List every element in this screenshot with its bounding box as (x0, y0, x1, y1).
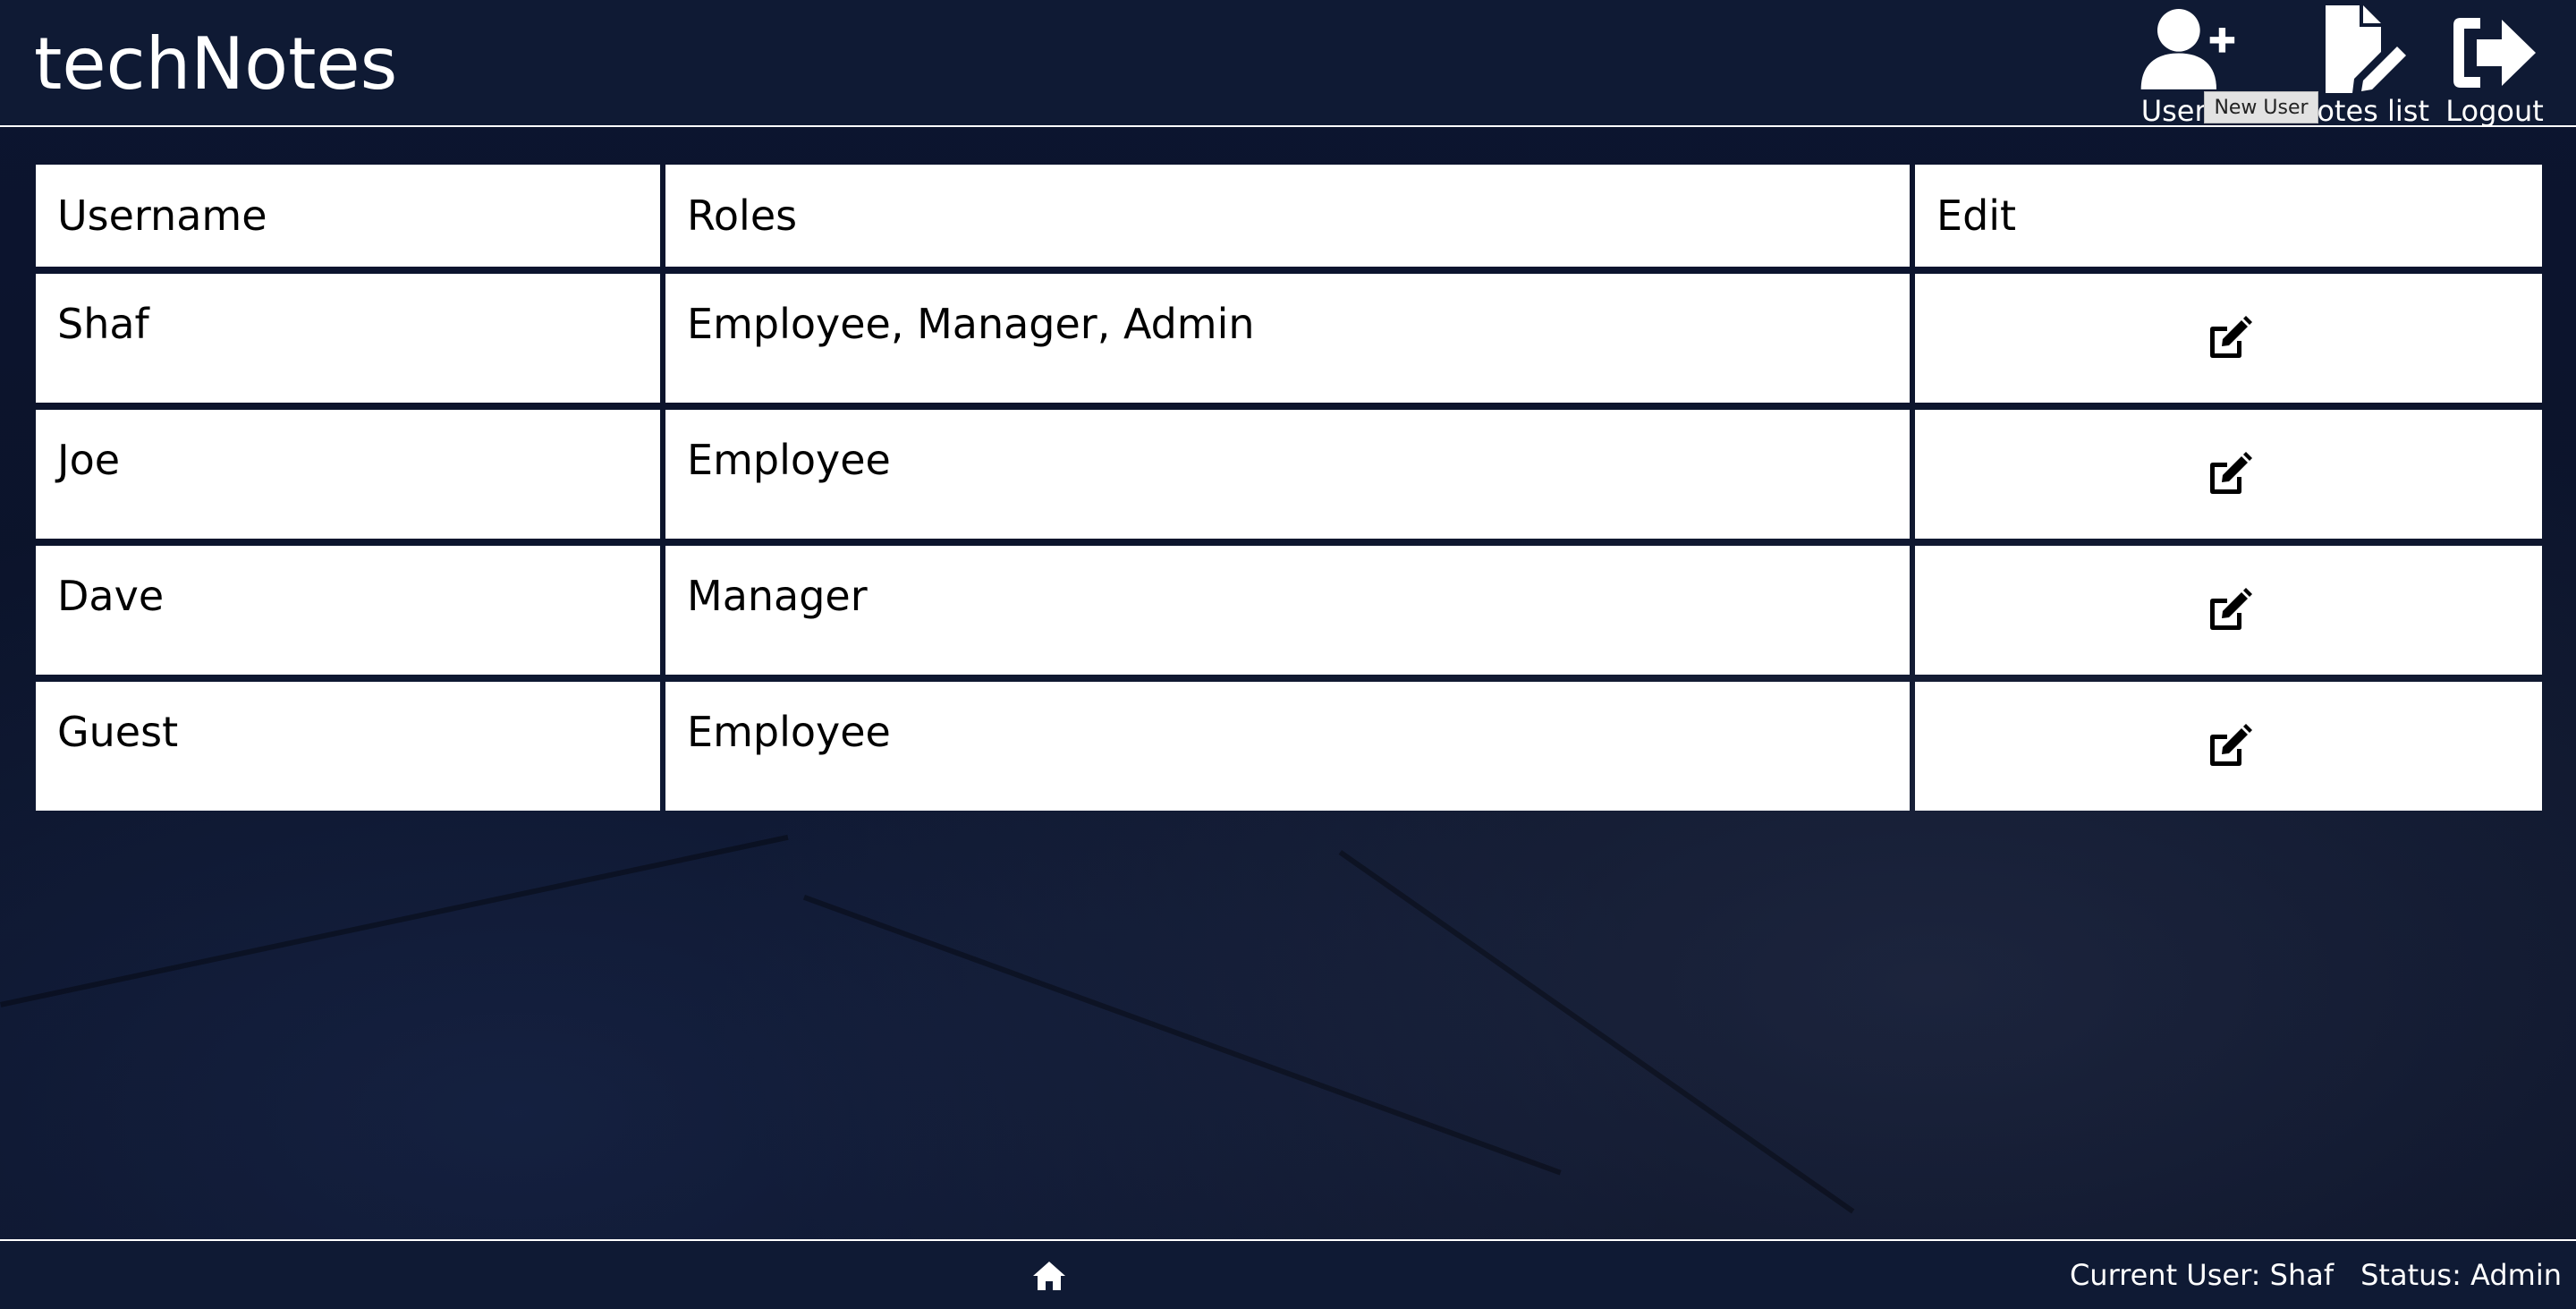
file-pen-icon (2313, 0, 2411, 93)
status-text: Status: Admin (2360, 1258, 2562, 1292)
edit-user-button[interactable] (2202, 447, 2256, 501)
header-nav: User S Notes list Logout (2138, 0, 2544, 129)
header-username: Username (36, 165, 660, 267)
current-user-text: Current User: Shaf (2069, 1258, 2334, 1292)
username-cell: Shaf (36, 274, 660, 403)
brand-title[interactable]: techNotes (34, 20, 397, 109)
header-edit: Edit (1915, 165, 2542, 267)
roles-cell: Employee (665, 410, 1910, 539)
logout-label: Logout (2445, 94, 2544, 128)
username-cell: Dave (36, 546, 660, 675)
logout-button[interactable]: Logout (2445, 0, 2544, 129)
home-icon (1033, 1262, 1065, 1290)
edit-cell (1915, 274, 2542, 403)
home-button[interactable] (1030, 1259, 1068, 1293)
footer-status: Current User: Shaf Status: Admin (2070, 1255, 2562, 1295)
roles-cell: Employee (665, 682, 1910, 811)
roles-cell: Manager (665, 546, 1910, 675)
background-cable (802, 895, 1562, 1176)
username-cell: Joe (36, 410, 660, 539)
users-table: Username Roles Edit Shaf Employee, Manag… (36, 165, 2542, 811)
edit-user-button[interactable] (2202, 719, 2256, 773)
pen-to-square-icon (2209, 452, 2252, 494)
background-cable (0, 834, 789, 1007)
edit-cell (1915, 546, 2542, 675)
username-cell: Guest (36, 682, 660, 811)
pen-to-square-icon (2209, 588, 2252, 630)
pen-to-square-icon (2209, 316, 2252, 358)
edit-user-button[interactable] (2202, 311, 2256, 365)
edit-user-button[interactable] (2202, 583, 2256, 637)
logout-icon (2445, 0, 2544, 93)
new-user-tooltip: New User (2204, 91, 2318, 123)
edit-cell (1915, 410, 2542, 539)
header-roles: Roles (665, 165, 1910, 267)
background-cable (1338, 850, 1855, 1214)
pen-to-square-icon (2209, 724, 2252, 766)
edit-cell (1915, 682, 2542, 811)
footer: Current User: Shaf Status: Admin (0, 1239, 2576, 1309)
user-plus-icon (2138, 0, 2236, 93)
top-header: techNotes User S Notes list Logout (0, 0, 2576, 129)
roles-cell: Employee, Manager, Admin (665, 274, 1910, 403)
